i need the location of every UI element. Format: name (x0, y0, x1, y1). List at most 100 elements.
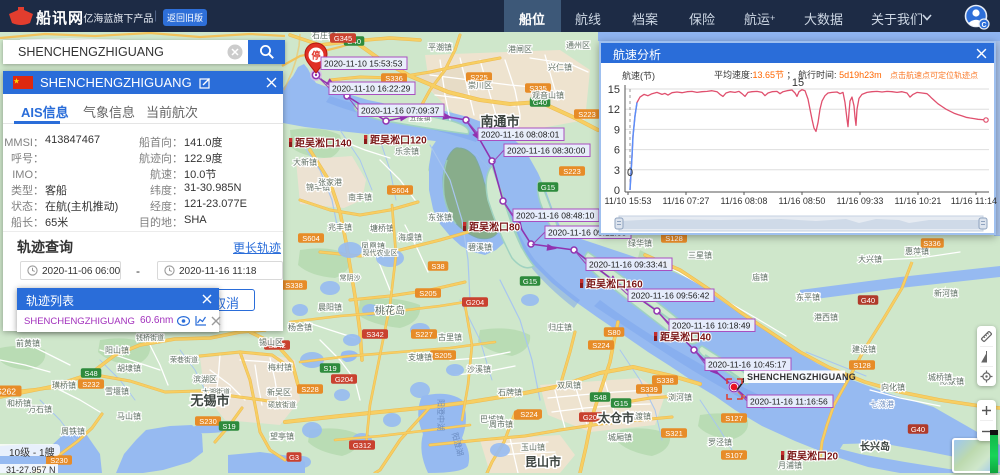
svg-text:2020-11-10 16:22:29: 2020-11-10 16:22:29 (332, 84, 411, 94)
svg-text:阳山镇: 阳山镇 (105, 345, 129, 355)
svg-text:S604: S604 (302, 234, 320, 243)
svg-text:昆山市: 昆山市 (525, 454, 561, 469)
svg-text:望亭镇: 望亭镇 (270, 431, 294, 441)
svg-text:建设镇: 建设镇 (852, 344, 876, 354)
svg-text:雪堰镇: 雪堰镇 (105, 386, 129, 396)
svg-text:S128: S128 (665, 234, 683, 243)
svg-text:通州区: 通州区 (566, 40, 590, 50)
svg-text:乐余镇: 乐余镇 (395, 146, 419, 156)
svg-text:S223: S223 (578, 110, 596, 119)
svg-text:11/10 15:53: 11/10 15:53 (605, 196, 652, 206)
svg-text:前黄镇: 前黄镇 (16, 338, 40, 348)
svg-text:12: 12 (608, 104, 620, 116)
svg-text:2020-11-10 15:53:53: 2020-11-10 15:53:53 (324, 59, 403, 69)
svg-text:大新镇: 大新镇 (293, 157, 317, 167)
svg-text:璜桥镇: 璜桥镇 (52, 380, 76, 390)
svg-text:碧溪镇: 碧溪镇 (468, 242, 492, 252)
svg-text:玉山镇: 玉山镇 (521, 442, 545, 452)
svg-text:三星镇: 三星镇 (688, 250, 712, 260)
svg-text:S48: S48 (593, 393, 606, 402)
svg-text:无锡市: 无锡市 (189, 393, 229, 408)
svg-text:S19: S19 (222, 422, 235, 431)
svg-text:平潮镇: 平潮镇 (428, 42, 452, 52)
svg-text:9: 9 (614, 124, 620, 136)
svg-text:航速(节): 航速(节) (622, 70, 655, 81)
svg-text:周市镇: 周市镇 (489, 419, 513, 429)
svg-text:2020-11-16 08:30:00: 2020-11-16 08:30:00 (507, 146, 586, 156)
svg-text:南丰镇: 南丰镇 (348, 192, 372, 202)
svg-text:15: 15 (608, 84, 620, 96)
svg-text:双凤镇: 双凤镇 (557, 380, 581, 390)
svg-text:海虞镇: 海虞镇 (398, 232, 422, 242)
svg-text:11/16 09:33: 11/16 09:33 (837, 196, 884, 206)
svg-text:硕放街道: 硕放街道 (268, 400, 296, 409)
svg-text:C: C (981, 22, 986, 29)
svg-text:G345: G345 (334, 34, 352, 43)
svg-text:太仓市: 太仓市 (598, 410, 634, 425)
svg-text:钱桥街道: 钱桥街道 (136, 333, 164, 342)
svg-text:S224: S224 (520, 410, 538, 419)
svg-text:长兴岛: 长兴岛 (860, 440, 890, 453)
svg-text:现代农业区: 现代农业区 (363, 248, 398, 257)
svg-text:兴仁镇: 兴仁镇 (548, 62, 572, 72)
svg-text:S339: S339 (640, 385, 658, 394)
svg-text:11/16 10:21: 11/16 10:21 (895, 196, 942, 206)
svg-text:距吴淞口120: 距吴淞口120 (370, 134, 427, 147)
svg-text:G40: G40 (911, 425, 925, 434)
svg-text:S262: S262 (0, 387, 16, 397)
svg-text:SHENCHENGZHIGUANG: SHENCHENGZHIGUANG (747, 372, 856, 382)
svg-text:距吴淞口140: 距吴淞口140 (295, 137, 352, 150)
svg-text:石牌镇: 石牌镇 (498, 387, 522, 397)
svg-text:港西镇: 港西镇 (814, 312, 838, 322)
svg-text:荣巷街道: 荣巷街道 (170, 355, 198, 364)
svg-text:庙镇: 庙镇 (752, 272, 768, 282)
svg-text:2020-11-16 09:33:41: 2020-11-16 09:33:41 (589, 260, 668, 270)
svg-text:新河镇: 新河镇 (934, 288, 958, 298)
svg-text:2020-11-16 08:48:10: 2020-11-16 08:48:10 (516, 211, 595, 221)
svg-text:S107: S107 (725, 451, 743, 460)
svg-text:沙溪镇: 沙溪镇 (467, 364, 491, 374)
svg-text:2020-11-16 07:09:37: 2020-11-16 07:09:37 (361, 106, 440, 116)
svg-text:罗泾镇: 罗泾镇 (708, 437, 732, 447)
svg-text:G3: G3 (289, 453, 299, 462)
svg-text:S205: S205 (419, 289, 437, 298)
svg-text:古里镇: 古里镇 (438, 332, 462, 342)
svg-text:距吴淞口80: 距吴淞口80 (469, 221, 521, 234)
svg-text:S19: S19 (323, 364, 336, 373)
svg-text:0: 0 (627, 167, 633, 179)
svg-text:马山镇: 马山镇 (117, 411, 141, 421)
svg-text:东张镇: 东张镇 (428, 212, 452, 222)
svg-text:观音山镇: 观音山镇 (532, 90, 564, 100)
svg-text:S336: S336 (923, 239, 941, 248)
svg-text:常阴沙: 常阴沙 (340, 273, 361, 282)
svg-text:S48: S48 (84, 369, 97, 378)
svg-text:绿华镇: 绿华镇 (628, 238, 652, 248)
svg-text:阳澄中湖: 阳澄中湖 (436, 399, 446, 431)
svg-text:胡埭镇: 胡埭镇 (117, 363, 141, 373)
svg-text:3: 3 (614, 165, 620, 177)
svg-text:兆丰镇: 兆丰镇 (328, 222, 352, 232)
svg-text:S232: S232 (82, 380, 100, 389)
svg-text:锡山区: 锡山区 (259, 337, 283, 347)
svg-text:S80: S80 (607, 328, 620, 337)
svg-text:2020-11-16 11:16:56: 2020-11-16 11:16:56 (750, 397, 828, 407)
svg-text:S224: S224 (592, 341, 610, 350)
svg-text:周铁镇: 周铁镇 (61, 426, 85, 436)
svg-text:S128: S128 (853, 361, 871, 370)
svg-text:S338: S338 (285, 281, 303, 290)
svg-text:15: 15 (792, 77, 804, 89)
svg-text:南通市: 南通市 (480, 114, 519, 129)
svg-text:S223: S223 (563, 167, 581, 176)
svg-text:11/16 08:08: 11/16 08:08 (721, 196, 768, 206)
svg-text:2020-11-16 09:56:42: 2020-11-16 09:56:42 (631, 291, 710, 301)
svg-text:支塘镇: 支塘镇 (408, 352, 432, 362)
svg-text:归庄镇: 归庄镇 (548, 322, 572, 332)
svg-text:滨湖区: 滨湖区 (193, 374, 217, 384)
svg-text:梅村镇: 梅村镇 (268, 362, 292, 372)
svg-text:崇川区: 崇川区 (468, 81, 492, 90)
svg-text:11/16 11:14: 11/16 11:14 (951, 196, 997, 206)
svg-text:G40: G40 (861, 296, 875, 305)
svg-text:2020-11-16 10:45:17: 2020-11-16 10:45:17 (708, 360, 787, 370)
svg-text:城桥镇: 城桥镇 (928, 372, 952, 382)
svg-text:S604: S604 (391, 186, 409, 195)
